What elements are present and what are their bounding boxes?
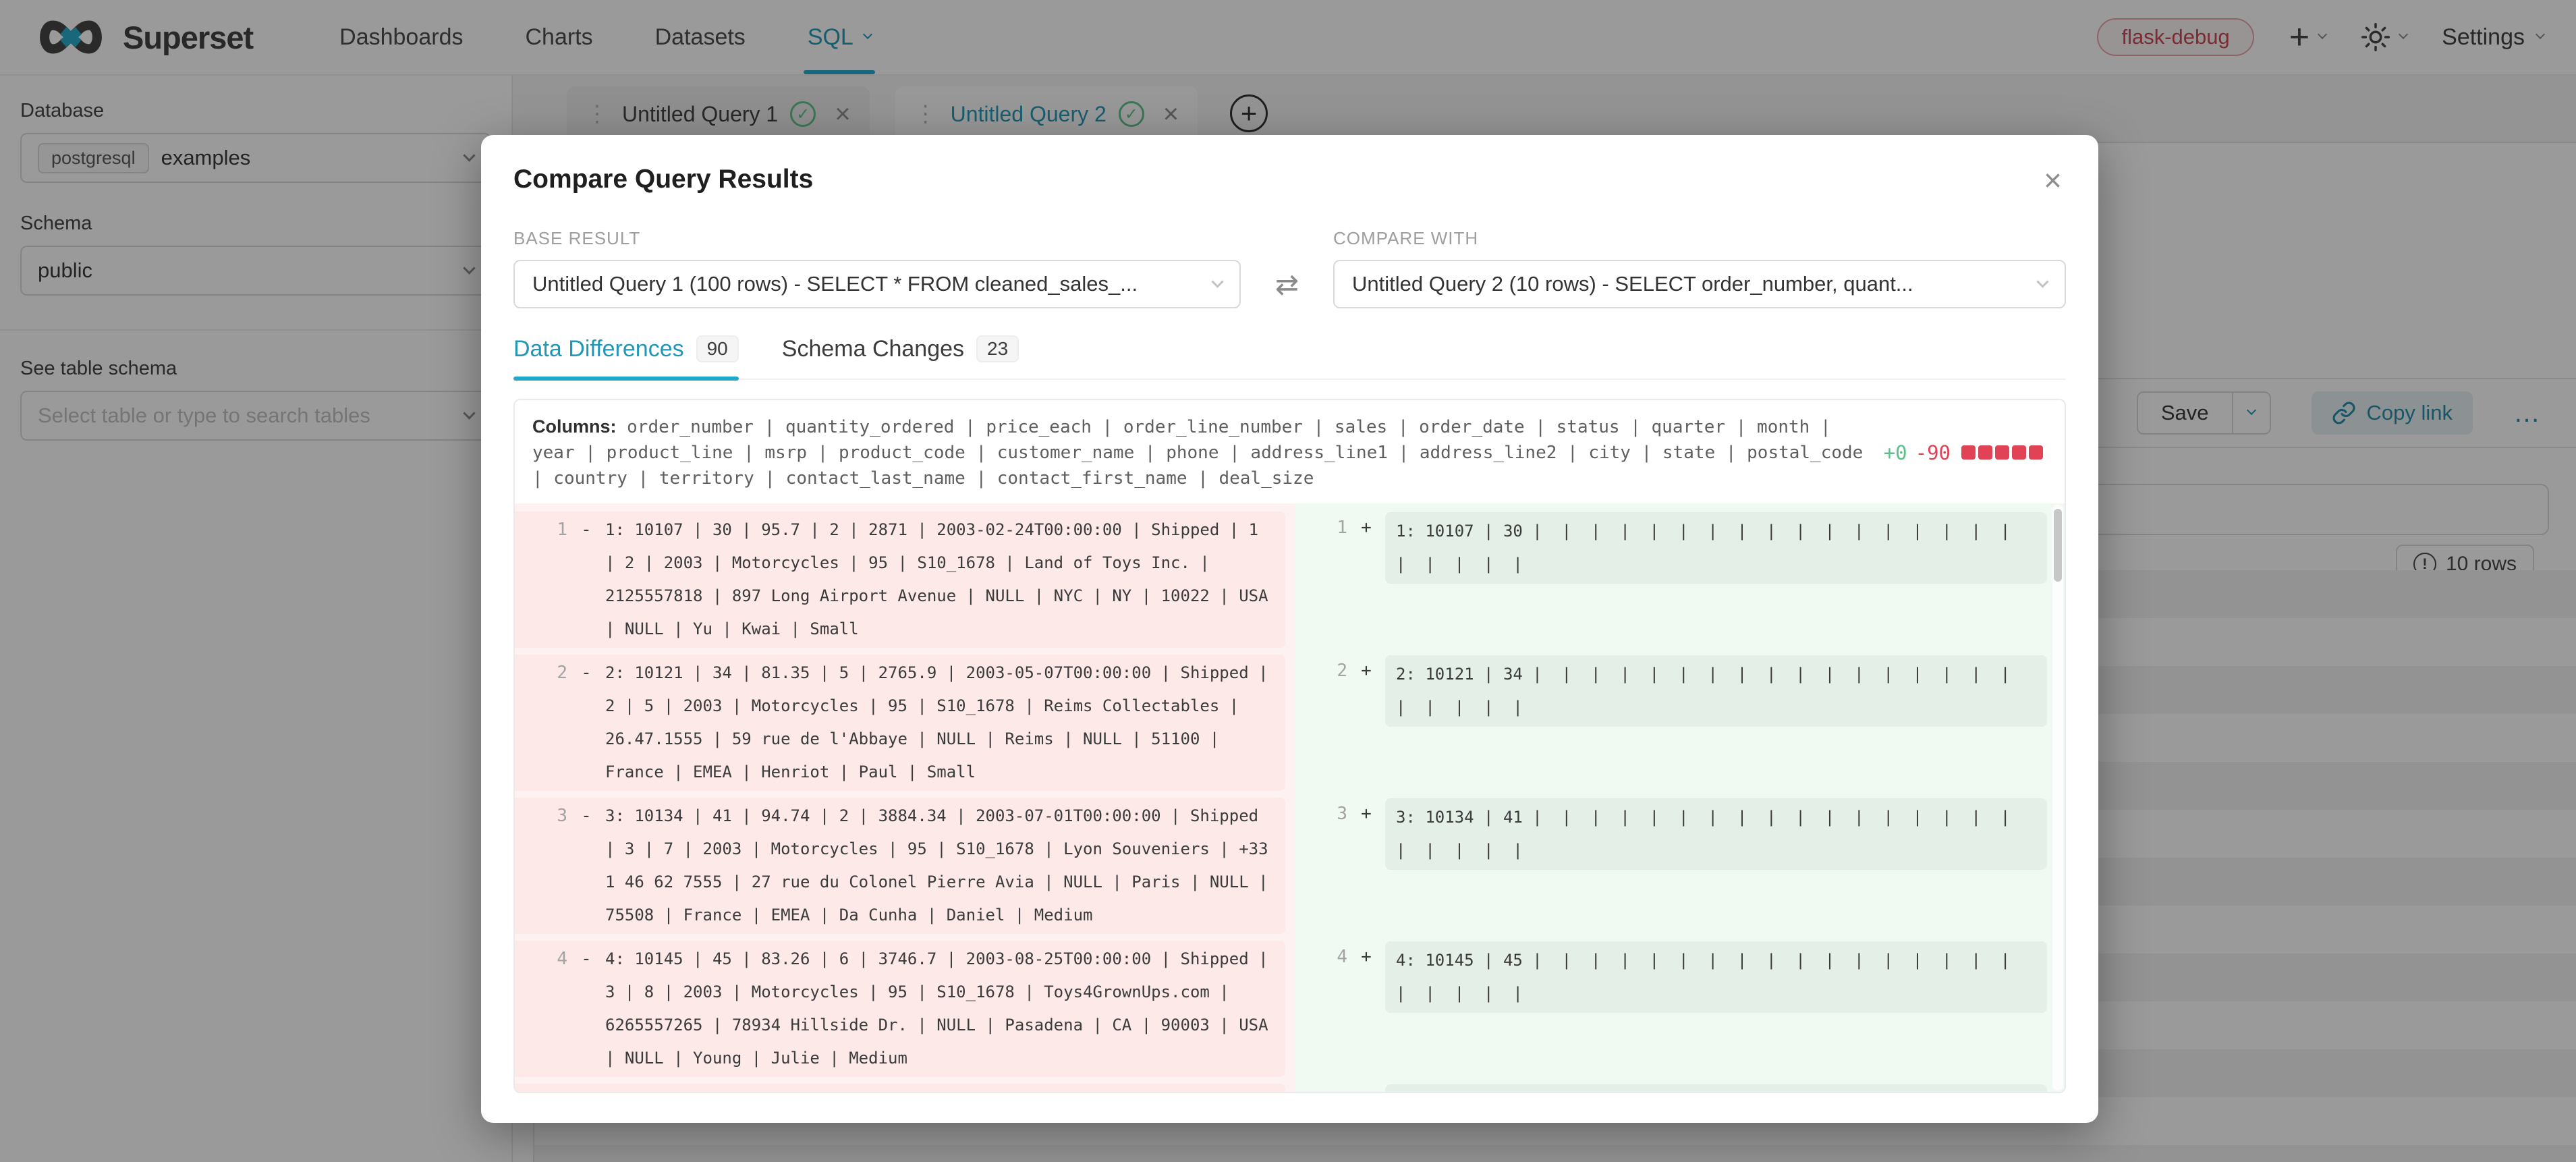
close-icon[interactable]: × bbox=[2040, 165, 2066, 196]
modal-tabs: Data Differences 90 Schema Changes 23 bbox=[513, 335, 2066, 380]
added-marker: + bbox=[1347, 655, 1385, 688]
diff-blocks-icon bbox=[1961, 445, 2043, 460]
tab-schema-changes[interactable]: Schema Changes 23 bbox=[782, 335, 1019, 379]
added-marker: + bbox=[1347, 941, 1385, 974]
added-count: +0 bbox=[1884, 441, 1907, 464]
base-result-label: BASE RESULT bbox=[513, 228, 1241, 249]
diff-removed-line: 4 - 4: 10145 | 45 | 83.26 | 6 | 3746.7 |… bbox=[515, 941, 1285, 1077]
compare-with-select[interactable]: Untitled Query 2 (10 rows) - SELECT orde… bbox=[1333, 260, 2066, 308]
diff-row-pair: 4 - 4: 10145 | 45 | 83.26 | 6 | 3746.7 |… bbox=[515, 941, 2065, 1077]
tab-count-badge: 23 bbox=[976, 335, 1019, 362]
compare-with-label: COMPARE WITH bbox=[1333, 228, 2066, 249]
columns-label: Columns: bbox=[532, 416, 617, 437]
added-marker: + bbox=[1347, 798, 1385, 831]
diff-container: Columns: order_number | quantity_ordered… bbox=[513, 399, 2066, 1093]
swap-icon: ⇄ bbox=[1275, 268, 1299, 301]
removed-count: -90 bbox=[1915, 441, 1951, 464]
diff-removed-line: 2 - 2: 10121 | 34 | 81.35 | 5 | 2765.9 |… bbox=[515, 655, 1285, 791]
diff-row-pair: 3 - 3: 10134 | 41 | 94.74 | 2 | 3884.34 … bbox=[515, 798, 2065, 934]
chevron-down-icon bbox=[1211, 275, 1223, 287]
diff-columns-header: Columns: order_number | quantity_ordered… bbox=[515, 400, 2065, 503]
diff-added-line: 4 + 4: 10145 | 45 | | | | | | | | | | | … bbox=[1295, 941, 2065, 1077]
diff-added-line: 2 + 2: 10121 | 34 | | | | | | | | | | | … bbox=[1295, 655, 2065, 791]
columns-list: Columns: order_number | quantity_ordered… bbox=[532, 414, 1884, 491]
scrollbar-thumb[interactable] bbox=[2054, 509, 2062, 582]
compare-query-results-modal: Compare Query Results × BASE RESULT Unti… bbox=[481, 135, 2098, 1123]
diff-body: 1 - 1: 10107 | 30 | 95.7 | 2 | 2871 | 20… bbox=[515, 503, 2065, 1092]
diff-row-pair: 2 - 2: 10121 | 34 | 81.35 | 5 | 2765.9 |… bbox=[515, 655, 2065, 791]
removed-marker: - bbox=[567, 657, 605, 789]
swap-queries-button[interactable]: ⇄ bbox=[1241, 260, 1333, 308]
diff-stats: +0 -90 bbox=[1884, 441, 2047, 464]
removed-marker: - bbox=[567, 800, 605, 932]
diff-row-pair: 1 - 1: 10107 | 30 | 95.7 | 2 | 2871 | 20… bbox=[515, 511, 2065, 648]
diff-removed-line bbox=[515, 1084, 1285, 1092]
tab-data-differences[interactable]: Data Differences 90 bbox=[513, 335, 739, 379]
tab-count-badge: 90 bbox=[696, 335, 739, 362]
chevron-down-icon bbox=[2036, 275, 2048, 287]
removed-marker: - bbox=[567, 514, 605, 646]
diff-added-line: 1 + 1: 10107 | 30 | | | | | | | | | | | … bbox=[1295, 511, 2065, 648]
base-result-select[interactable]: Untitled Query 1 (100 rows) - SELECT * F… bbox=[513, 260, 1241, 308]
removed-marker: - bbox=[567, 943, 605, 1075]
diff-scroll-area[interactable]: 1 - 1: 10107 | 30 | 95.7 | 2 | 2871 | 20… bbox=[515, 503, 2065, 1092]
scrollbar-track[interactable] bbox=[2052, 505, 2063, 1090]
diff-added-line: 3 + 3: 10134 | 41 | | | | | | | | | | | … bbox=[1295, 798, 2065, 934]
diff-added-line bbox=[1295, 1084, 2065, 1092]
diff-removed-line: 1 - 1: 10107 | 30 | 95.7 | 2 | 2871 | 20… bbox=[515, 511, 1285, 648]
modal-title: Compare Query Results bbox=[513, 165, 813, 194]
diff-removed-line: 3 - 3: 10134 | 41 | 94.74 | 2 | 3884.34 … bbox=[515, 798, 1285, 934]
added-marker: + bbox=[1347, 511, 1385, 545]
diff-row-pair bbox=[515, 1084, 2065, 1092]
